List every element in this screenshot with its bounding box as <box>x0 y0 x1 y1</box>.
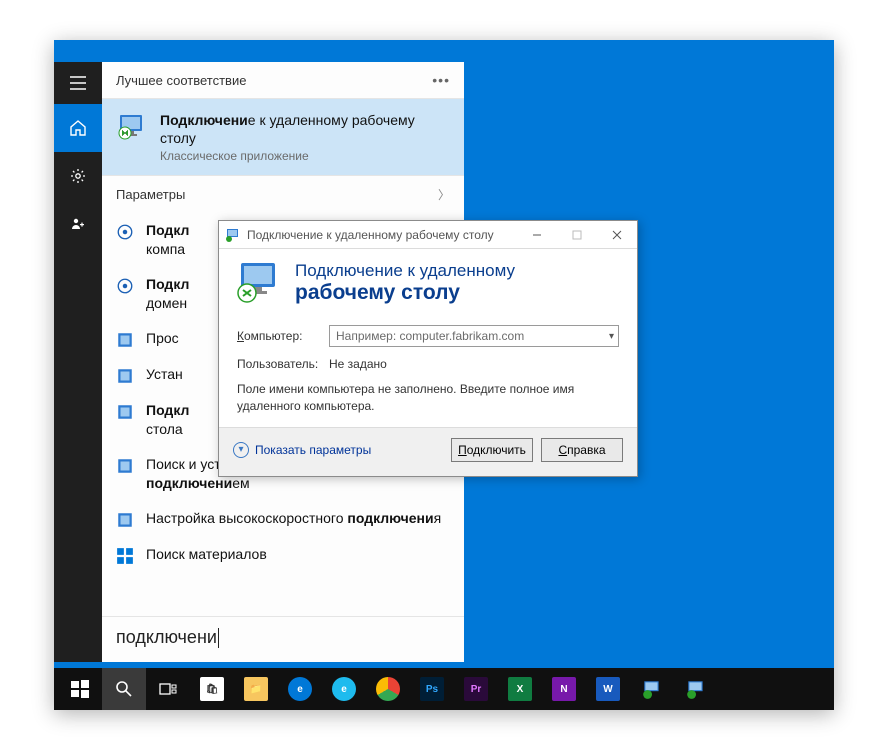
taskview-button[interactable] <box>146 668 190 710</box>
rdp-footer: ▾ Показать параметры Подключить Справка <box>219 427 637 476</box>
word-button[interactable]: W <box>586 668 630 710</box>
onenote-button[interactable]: N <box>542 668 586 710</box>
settings-button[interactable] <box>54 152 102 200</box>
params-section[interactable]: Параметры 〉 <box>102 175 464 213</box>
window-title: Подключение к удаленному рабочему столу <box>247 228 517 242</box>
hamburger-button[interactable] <box>54 62 102 104</box>
rdp-taskbar-button-2[interactable] <box>674 668 718 710</box>
gear-icon <box>70 168 86 184</box>
settings-icon <box>116 511 134 529</box>
edge-icon: e <box>288 677 312 701</box>
text-cursor <box>218 628 219 648</box>
hamburger-icon <box>70 76 86 90</box>
chevron-right-icon: 〉 <box>438 186 450 203</box>
rdp-icon <box>685 678 707 700</box>
start-button[interactable] <box>58 668 102 710</box>
windows-icon <box>70 679 90 699</box>
folder-icon: 📁 <box>244 677 268 701</box>
computer-placeholder: Например: computer.fabrikam.com <box>336 329 524 343</box>
materials-item[interactable]: Поиск материалов <box>102 537 464 573</box>
materials-label: Поиск материалов <box>146 545 267 564</box>
user-value: Не задано <box>329 357 387 371</box>
connect-button[interactable]: Подключить <box>451 438 533 462</box>
explorer-button[interactable]: 📁 <box>234 668 278 710</box>
desktop: Лучшее соответствие ••• Подключение к уд… <box>54 40 834 710</box>
premiere-icon: Pr <box>464 677 488 701</box>
rdp-icon <box>641 678 663 700</box>
rdp-body: Компьютер: Например: computer.fabrikam.c… <box>219 321 637 427</box>
settings-icon <box>116 331 134 349</box>
rdp-heading-line2: рабочему столу <box>295 281 515 305</box>
settings-icon <box>116 403 134 421</box>
computer-label: Компьютер: <box>237 329 319 343</box>
ie-icon: e <box>332 677 356 701</box>
home-button[interactable] <box>54 104 102 152</box>
photoshop-icon: Ps <box>420 677 444 701</box>
home-icon <box>69 119 87 137</box>
best-match-item[interactable]: Подключение к удаленному рабочему столу … <box>102 99 464 175</box>
taskview-icon <box>158 679 178 699</box>
rdp-large-icon <box>235 259 283 307</box>
chrome-icon <box>376 677 400 701</box>
rdp-icon <box>225 227 241 243</box>
computer-combobox[interactable]: Например: computer.fabrikam.com ▾ <box>329 325 619 347</box>
start-sidebar <box>54 62 102 662</box>
excel-icon: X <box>508 677 532 701</box>
rdp-heading-line1: Подключение к удаленному <box>295 261 515 281</box>
close-button[interactable] <box>597 221 637 249</box>
rdp-icon <box>116 111 148 143</box>
expand-icon: ▾ <box>233 442 249 458</box>
edge-button[interactable]: e <box>278 668 322 710</box>
premiere-button[interactable]: Pr <box>454 668 498 710</box>
windows-icon <box>116 547 134 565</box>
params-label: Параметры <box>116 187 185 202</box>
search-input-value: подключени <box>116 627 217 648</box>
rdp-window: Подключение к удаленному рабочему столу … <box>218 220 638 477</box>
best-match-title: Подключение к удаленному рабочему столу <box>160 111 450 147</box>
results-header: Лучшее соответствие ••• <box>102 62 464 99</box>
excel-button[interactable]: X <box>498 668 542 710</box>
chrome-button[interactable] <box>366 668 410 710</box>
show-params-button[interactable]: ▾ Показать параметры <box>233 442 371 458</box>
maximize-button[interactable] <box>557 221 597 249</box>
gear-icon <box>116 223 134 241</box>
close-icon <box>612 230 622 240</box>
search-icon <box>114 679 134 699</box>
taskbar: 🛍 📁 e e Ps Pr X N W <box>54 668 834 710</box>
onenote-icon: N <box>552 677 576 701</box>
list-item[interactable]: Настройка высокоскоростного подключения <box>102 501 464 537</box>
account-button[interactable] <box>54 200 102 248</box>
user-label: Пользователь: <box>237 357 319 371</box>
best-match-subtitle: Классическое приложение <box>160 149 450 163</box>
minimize-icon <box>532 230 542 240</box>
rdp-titlebar[interactable]: Подключение к удаленному рабочему столу <box>219 221 637 249</box>
more-button[interactable]: ••• <box>432 72 450 88</box>
photoshop-button[interactable]: Ps <box>410 668 454 710</box>
store-icon: 🛍 <box>200 677 224 701</box>
help-button[interactable]: Справка <box>541 438 623 462</box>
rdp-header: Подключение к удаленному рабочему столу <box>219 249 637 321</box>
search-box[interactable]: подключени <box>102 616 464 662</box>
minimize-button[interactable] <box>517 221 557 249</box>
maximize-icon <box>572 230 582 240</box>
rdp-taskbar-button[interactable] <box>630 668 674 710</box>
settings-icon <box>116 457 134 475</box>
best-match-label: Лучшее соответствие <box>116 73 246 88</box>
info-text: Поле имени компьютера не заполнено. Введ… <box>237 381 619 415</box>
ie-button[interactable]: e <box>322 668 366 710</box>
word-icon: W <box>596 677 620 701</box>
settings-icon <box>116 367 134 385</box>
store-button[interactable]: 🛍 <box>190 668 234 710</box>
gear-icon <box>116 277 134 295</box>
account-icon <box>70 216 86 232</box>
chevron-down-icon: ▾ <box>609 331 614 342</box>
taskbar-search-button[interactable] <box>102 668 146 710</box>
